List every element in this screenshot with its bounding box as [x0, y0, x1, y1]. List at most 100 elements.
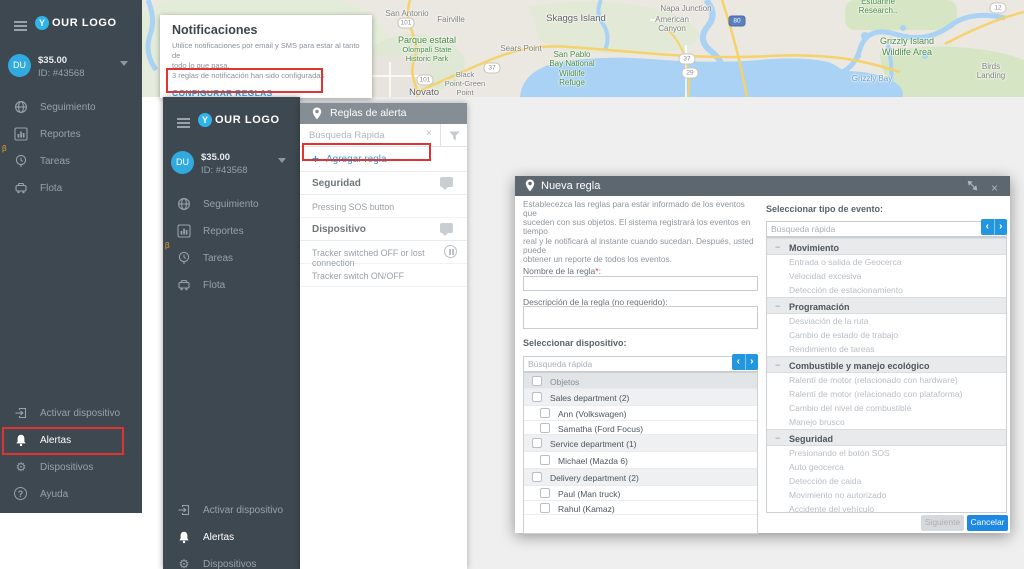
sidebar-item-activar-dispositivo[interactable]: Activar dispositivo: [163, 497, 300, 524]
event-item-label: Cambio del nivel de combustible: [789, 403, 911, 413]
chevron-right-icon[interactable]: ›: [995, 219, 1008, 235]
event-item[interactable]: Detección de caida: [767, 474, 1006, 488]
rules-search-input[interactable]: [300, 124, 428, 146]
device-row-delivery[interactable]: Delivery department (2): [524, 469, 757, 486]
device-row-michael[interactable]: Michael (Mazda 6): [524, 452, 757, 469]
checkbox[interactable]: [540, 488, 550, 498]
user-summary[interactable]: DU $35.00 ID: #43568: [163, 149, 300, 179]
sidebar-item-tareas[interactable]: Tareasβ: [0, 148, 142, 175]
checkbox[interactable]: [532, 376, 542, 386]
event-group-programacion[interactable]: −Programación: [767, 297, 1006, 314]
sidebar-item-seguimiento[interactable]: Seguimiento: [163, 191, 300, 218]
rule-item-tracker-onoff[interactable]: Tracker switch ON/OFF: [300, 264, 467, 287]
sidebar-item-seguimiento[interactable]: Seguimiento: [0, 94, 142, 121]
search-nav-buttons[interactable]: ‹›: [732, 354, 758, 370]
collapse-icon[interactable]: −: [775, 433, 780, 443]
rule-item-tracker-off[interactable]: Tracker switched OFF or lost connection: [300, 241, 467, 264]
expand-icon[interactable]: [967, 180, 978, 191]
next-button[interactable]: Siguiente: [921, 515, 964, 531]
event-item[interactable]: Movimiento no autorizado: [767, 488, 1006, 502]
checkbox[interactable]: [532, 438, 542, 448]
device-search-input[interactable]: [523, 356, 758, 372]
route-shield-101: 101: [398, 18, 415, 29]
device-row-rahul[interactable]: Rahul (Kamaz): [524, 501, 757, 516]
sidebar-item-activar-dispositivo[interactable]: Activar dispositivo: [0, 400, 142, 427]
menu-icon[interactable]: [14, 21, 27, 32]
logo: Y OUR LOGO: [198, 113, 280, 127]
rule-section-dispositivo[interactable]: Dispositivo: [300, 218, 467, 241]
collapse-icon[interactable]: −: [775, 360, 780, 370]
device-row-ann[interactable]: Ann (Volkswagen): [524, 406, 757, 421]
close-icon[interactable]: ×: [991, 178, 998, 198]
sidebar-item-reportes[interactable]: Reportes: [0, 121, 142, 148]
map-canvas[interactable]: San Antonio Fairville Skaggs Island Napa…: [0, 0, 1024, 97]
logo-text: OUR LOGO: [52, 17, 117, 29]
menu-icon[interactable]: [177, 118, 190, 129]
event-item[interactable]: Cambio del nivel de combustible: [767, 401, 1006, 415]
event-item[interactable]: Ralentí de motor (relacionado con plataf…: [767, 387, 1006, 401]
checkbox[interactable]: [540, 503, 550, 513]
checkbox[interactable]: [540, 455, 550, 465]
checkbox[interactable]: [540, 423, 550, 433]
event-item[interactable]: Desviación de la ruta: [767, 314, 1006, 328]
add-rule-button[interactable]: + Agregar regla: [300, 147, 467, 172]
sidebar-item-dispositivos[interactable]: ⚙ Dispositivos: [0, 454, 142, 481]
chevron-left-icon[interactable]: ‹: [981, 219, 995, 235]
rules-search-row: ×: [300, 124, 467, 147]
user-summary[interactable]: DU $35.00 ID: #43568: [0, 52, 142, 82]
rule-item-sos[interactable]: Pressing SOS button: [300, 195, 467, 218]
map-label-napa-junction: Napa Junction: [660, 4, 711, 13]
configure-rules-link[interactable]: CONFIGURAR REGLAS: [172, 88, 360, 98]
device-row-samatha[interactable]: Samatha (Ford Focus): [524, 421, 757, 436]
sidebar-item-reportes[interactable]: Reportes: [163, 218, 300, 245]
sidebar-item-ayuda[interactable]: ? Ayuda: [0, 481, 142, 508]
map-label-olompali-park: Olompali State Historic Park: [402, 46, 451, 64]
event-group-seguridad[interactable]: −Seguridad: [767, 429, 1006, 446]
event-item[interactable]: Detección de estacionamiento: [767, 283, 1006, 297]
event-item[interactable]: Entrada o salida de Geocerca: [767, 255, 1006, 269]
collapse-icon[interactable]: −: [775, 301, 780, 311]
balance: $35.00: [38, 55, 67, 66]
chevron-right-icon[interactable]: ›: [746, 354, 759, 370]
device-row-objetos[interactable]: Objetos: [524, 373, 757, 389]
event-item[interactable]: Presionando el botón SOS: [767, 446, 1006, 460]
event-item[interactable]: Velocidad excesiva: [767, 269, 1006, 283]
map-label-estuarine-research: Estuarine Research..: [859, 0, 898, 16]
sidebar-item-flota[interactable]: Flota: [163, 272, 300, 299]
device-row-paul[interactable]: Paul (Man truck): [524, 486, 757, 501]
checkbox[interactable]: [540, 408, 550, 418]
rule-description-input[interactable]: [523, 306, 758, 329]
event-group-combustible[interactable]: −Combustible y manejo ecológico: [767, 356, 1006, 373]
filter-button[interactable]: [440, 124, 467, 146]
avatar: DU: [171, 151, 194, 174]
car-icon: [177, 278, 191, 292]
event-item[interactable]: Ralentí de motor (relacionado con hardwa…: [767, 373, 1006, 387]
event-item[interactable]: Cambio de estado de trabajo: [767, 328, 1006, 342]
event-group-movimiento[interactable]: −Movimiento: [767, 238, 1006, 255]
device-row-service[interactable]: Service department (1): [524, 435, 757, 452]
rule-section-seguridad[interactable]: Seguridad: [300, 172, 467, 195]
checkbox[interactable]: [532, 472, 542, 482]
cancel-button[interactable]: Cancelar: [967, 515, 1008, 531]
sidebar-item-tareas[interactable]: Tareasβ: [163, 245, 300, 272]
clear-search-icon[interactable]: ×: [426, 128, 432, 139]
rule-name-input[interactable]: [523, 276, 758, 291]
sidebar-item-dispositivos[interactable]: ⚙ Dispositivos: [163, 551, 300, 569]
chevron-left-icon[interactable]: ‹: [732, 354, 746, 370]
collapse-icon[interactable]: −: [775, 242, 780, 252]
checkbox[interactable]: [532, 392, 542, 402]
event-search-input[interactable]: [766, 221, 1007, 237]
event-item[interactable]: Manejo brusco: [767, 415, 1006, 429]
rule-item-label: Pressing SOS button: [312, 202, 394, 212]
event-item[interactable]: Auto geocerca: [767, 460, 1006, 474]
event-item[interactable]: Accidente del vehículo: [767, 502, 1006, 513]
search-nav-buttons[interactable]: ‹›: [981, 219, 1007, 235]
sidebar-item-alertas[interactable]: Alertas: [163, 524, 300, 551]
sidebar-item-alertas[interactable]: Alertas: [0, 427, 142, 454]
device-row-sales[interactable]: Sales department (2): [524, 389, 757, 406]
event-item[interactable]: Rendimiento de tareas: [767, 342, 1006, 356]
pause-icon[interactable]: [444, 245, 457, 258]
route-shield-101: 101: [417, 75, 434, 86]
sidebar-item-flota[interactable]: Flota: [0, 175, 142, 202]
event-item-label: Movimiento no autorizado: [789, 490, 886, 500]
